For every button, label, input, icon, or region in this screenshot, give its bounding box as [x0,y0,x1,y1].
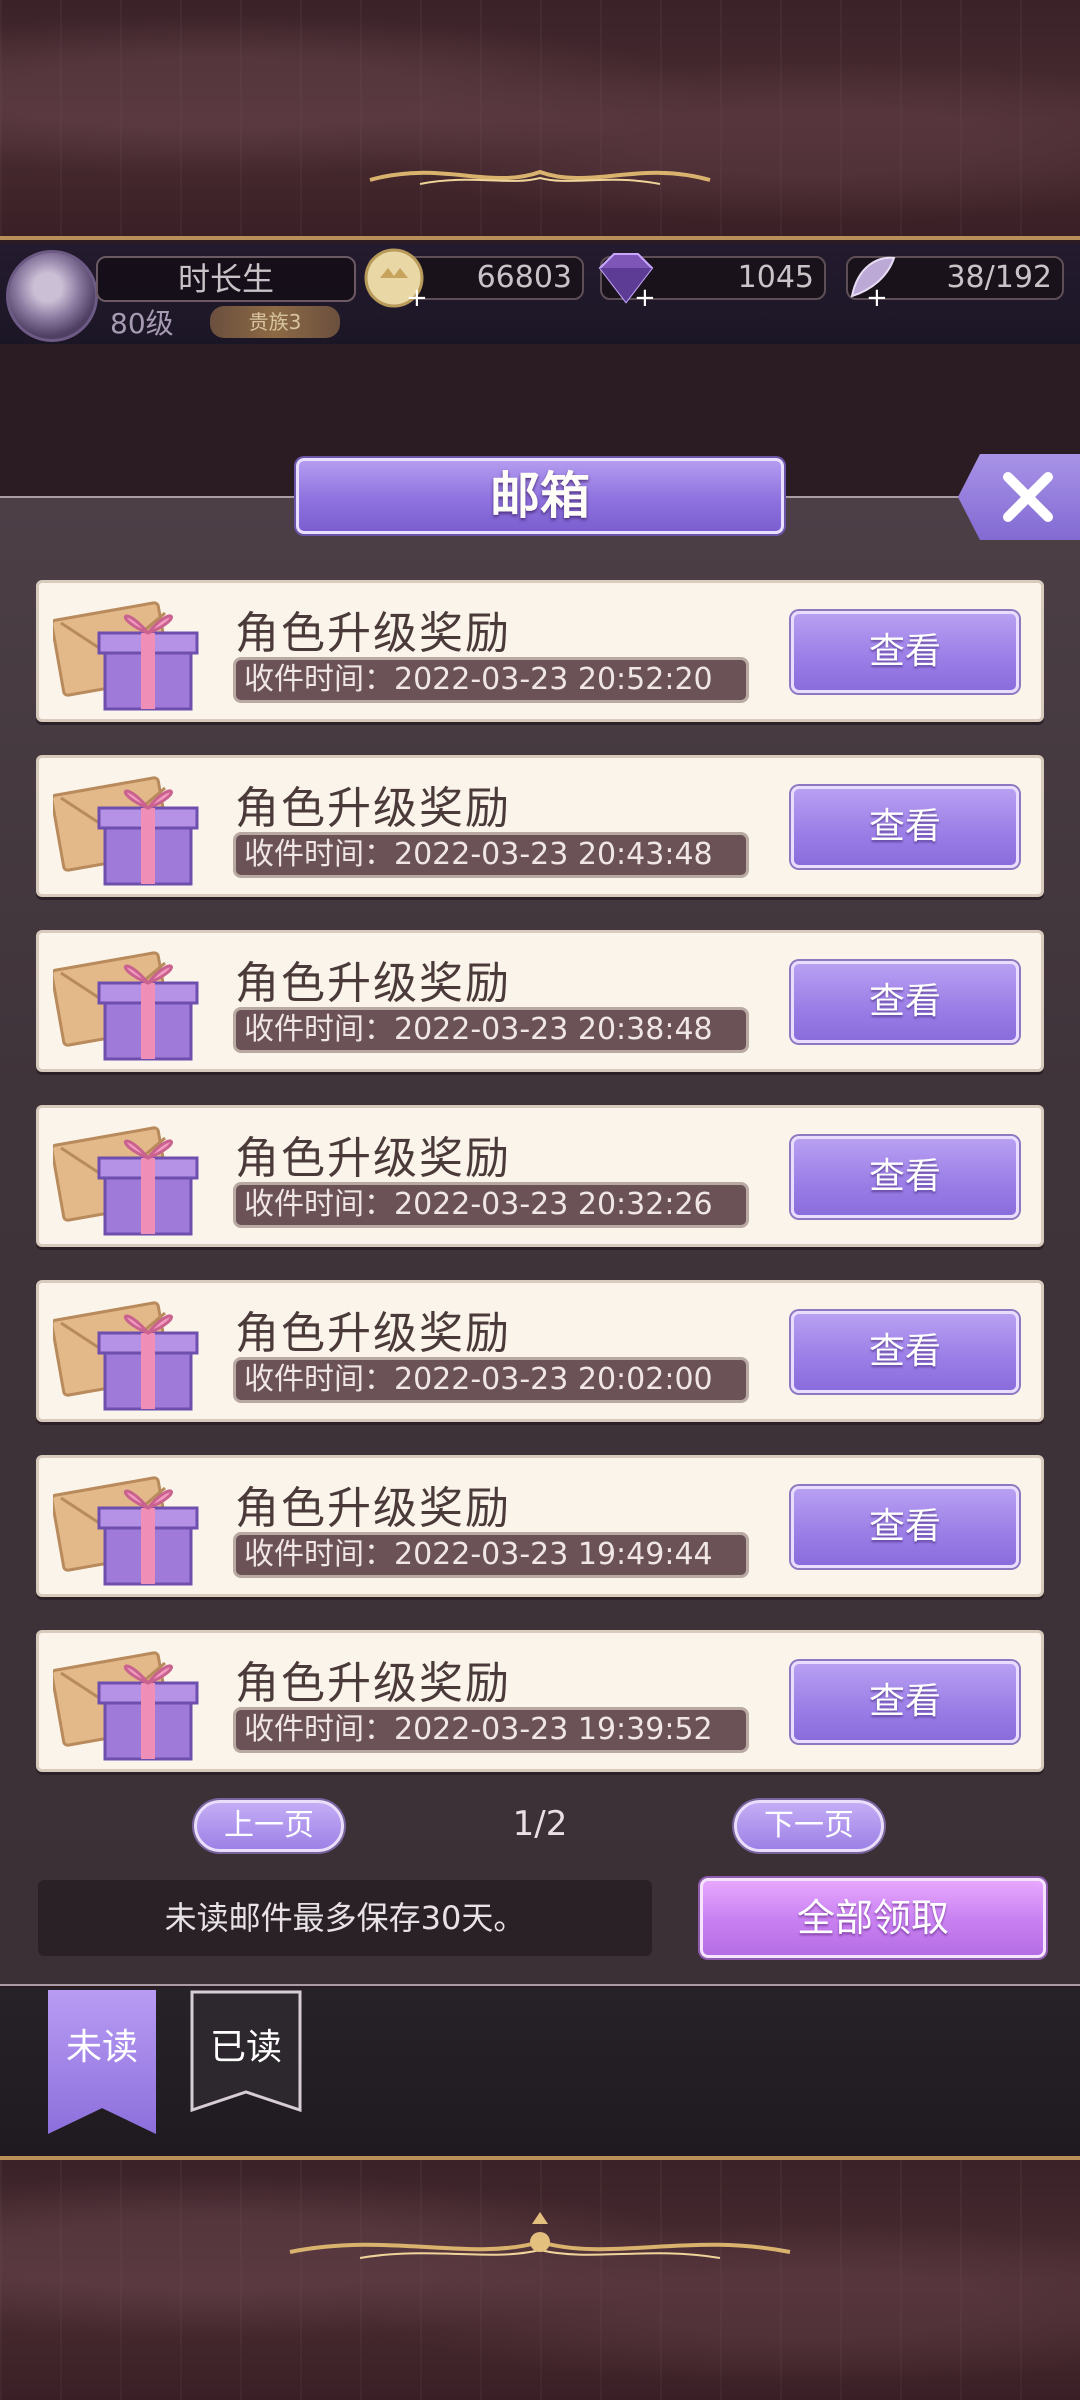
view-mail-button[interactable]: 查看 [791,611,1019,693]
mail-item[interactable]: 角色升级奖励 收件时间：2022-03-23 20:52:20 查看 [36,580,1044,722]
tab-bar [0,1988,1080,2156]
page-indicator: 1/2 [512,1804,568,1844]
mail-item[interactable]: 角色升级奖励 收件时间：2022-03-23 20:02:00 查看 [36,1280,1044,1422]
view-mail-button[interactable]: 查看 [791,1486,1019,1568]
flourish-ornament-icon [369,169,711,185]
view-mail-button[interactable]: 查看 [791,786,1019,868]
stamina-value: 38/192 [946,260,1052,295]
mail-title: 角色升级奖励 [235,1133,511,1184]
view-mail-button[interactable]: 查看 [791,1311,1019,1393]
player-name: 时长生 [96,256,356,302]
mail-title: 角色升级奖励 [235,958,511,1009]
svg-text:+: + [406,283,428,310]
player-level: 80级 [110,307,174,340]
mail-received-time: 收件时间：2022-03-23 19:49:44 [233,1532,749,1578]
mail-item[interactable]: 角色升级奖励 收件时间：2022-03-23 20:43:48 查看 [36,755,1044,897]
view-mail-button[interactable]: 查看 [791,961,1019,1043]
mail-title: 角色升级奖励 [235,1658,511,1709]
top-decoration-band [0,0,1080,240]
tab-read-outline [190,1990,302,2113]
mail-received-time: 收件时间：2022-03-23 20:43:48 [233,832,749,878]
gift-mail-icon [50,1468,203,1590]
gift-mail-icon [50,1643,203,1765]
mail-item[interactable]: 角色升级奖励 收件时间：2022-03-23 20:38:48 查看 [36,930,1044,1072]
mail-title: 角色升级奖励 [235,1483,511,1534]
gift-mail-icon [50,1293,203,1415]
gem-value: 1045 [737,260,814,295]
view-mail-button[interactable]: 查看 [791,1136,1019,1218]
gold-coin-icon: + [364,248,428,310]
mail-received-time: 收件时间：2022-03-23 20:02:00 [233,1357,749,1403]
view-mail-button[interactable]: 查看 [791,1661,1019,1743]
player-rank-badge: 贵族3 [210,306,340,338]
mail-item[interactable]: 角色升级奖励 收件时间：2022-03-23 19:49:44 查看 [36,1455,1044,1597]
bottom-decoration-band [0,2156,1080,2400]
stamina-crystal-icon: + [850,256,896,310]
close-button[interactable] [958,454,1080,540]
retention-notice: 未读邮件最多保存30天。 [38,1880,652,1956]
gold-value: 66803 [476,260,572,295]
mail-received-time: 收件时间：2022-03-23 20:52:20 [233,657,749,703]
tab-unread-label: 未读 [65,2027,138,2068]
next-page-button[interactable]: 下一页 [734,1800,884,1852]
mail-item[interactable]: 角色升级奖励 收件时间：2022-03-23 19:39:52 查看 [36,1630,1044,1772]
mail-received-time: 收件时间：2022-03-23 20:32:26 [233,1182,749,1228]
close-icon [1003,472,1053,522]
svg-text:+: + [634,283,656,308]
avatar[interactable] [6,250,98,342]
mail-title: 角色升级奖励 [235,783,511,834]
gift-mail-icon [50,1118,203,1240]
flourish-ornament-icon [289,2212,791,2259]
gift-mail-icon [50,768,203,890]
mailbox-title: 邮箱 [296,458,784,534]
purple-gem-icon: + [598,253,656,308]
mail-title: 角色升级奖励 [235,1308,511,1359]
prev-page-button[interactable]: 上一页 [194,1800,344,1852]
claim-all-button[interactable]: 全部领取 [700,1878,1046,1958]
mail-received-time: 收件时间：2022-03-23 19:39:52 [233,1707,749,1753]
mail-item[interactable]: 角色升级奖励 收件时间：2022-03-23 20:32:26 查看 [36,1105,1044,1247]
svg-text:+: + [866,283,888,310]
mail-title: 角色升级奖励 [235,608,511,659]
gift-mail-icon [50,943,203,1065]
mail-received-time: 收件时间：2022-03-23 20:38:48 [233,1007,749,1053]
gift-mail-icon [50,593,203,715]
